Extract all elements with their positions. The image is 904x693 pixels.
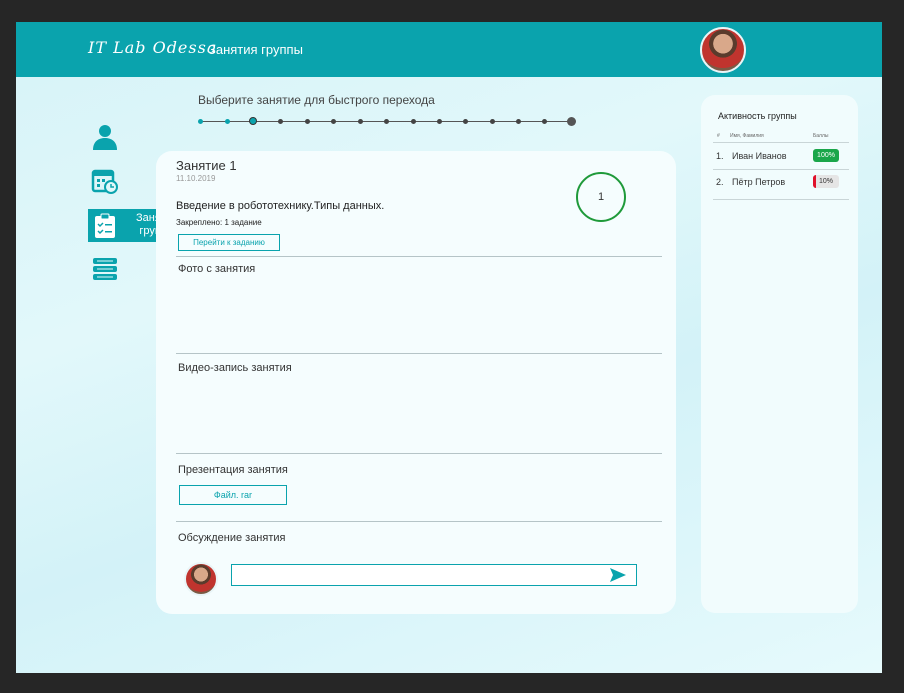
table-row[interactable]: 2. Пётр Петров 10% bbox=[701, 174, 858, 194]
group-activity-panel: Активность группы # Имя, Фамилия Баллы 1… bbox=[701, 95, 858, 613]
stepper-dot[interactable] bbox=[198, 119, 203, 124]
divider bbox=[176, 256, 662, 257]
attached-tasks: Закреплено: 1 задание bbox=[176, 218, 262, 227]
divider bbox=[176, 353, 662, 354]
divider bbox=[176, 521, 662, 522]
stepper-dot[interactable] bbox=[305, 119, 310, 124]
stepper-dot[interactable] bbox=[516, 119, 521, 124]
stepper-dot[interactable] bbox=[225, 119, 230, 124]
discussion-section-title: Обсуждение занятия bbox=[178, 532, 286, 544]
student-name: Иван Иванов bbox=[732, 151, 787, 161]
score-bar: 10% bbox=[813, 175, 839, 188]
comment-avatar bbox=[184, 562, 218, 596]
page-title: Занятия группы bbox=[208, 42, 303, 57]
logo[interactable]: IT Lab Odessa bbox=[88, 38, 217, 57]
presentation-file-button[interactable]: Файл. rar bbox=[179, 485, 287, 505]
stepper-dot[interactable] bbox=[490, 119, 495, 124]
photo-section-title: Фото с занятия bbox=[178, 263, 256, 275]
score-value: 10% bbox=[818, 178, 833, 185]
stepper-label: Выберите занятие для быстрого перехода bbox=[198, 93, 435, 107]
app-frame: IT Lab Odessa Занятия группы Занятия гру… bbox=[16, 22, 882, 673]
clipboard-checklist-icon bbox=[95, 213, 115, 238]
lesson-topic: Введение в робототехнику.Типы данных. bbox=[176, 200, 385, 212]
divider bbox=[176, 453, 662, 454]
column-header-name: Имя, Фамилия bbox=[730, 133, 764, 139]
column-header-score: Баллы bbox=[813, 133, 829, 139]
score-bar: 100% bbox=[813, 149, 839, 162]
stepper-dot[interactable] bbox=[278, 119, 283, 124]
video-section-title: Видео-запись занятия bbox=[178, 362, 292, 374]
divider bbox=[713, 199, 849, 200]
goto-task-button[interactable]: Перейти к заданию bbox=[178, 234, 280, 251]
stepper-dot[interactable] bbox=[463, 119, 468, 124]
stepper-dot-current[interactable] bbox=[249, 117, 257, 125]
stepper-dot[interactable] bbox=[411, 119, 416, 124]
row-number: 1. bbox=[716, 151, 724, 161]
top-bar: IT Lab Odessa Занятия группы bbox=[16, 22, 882, 77]
books-icon[interactable] bbox=[91, 255, 119, 283]
lesson-number-badge: 1 bbox=[576, 172, 626, 222]
lesson-card: Занятие 1 11.10.2019 1 Введение в робото… bbox=[156, 151, 676, 614]
activity-title: Активность группы bbox=[718, 111, 797, 121]
score-value: 100% bbox=[817, 152, 835, 159]
divider bbox=[713, 169, 849, 170]
stepper-dot[interactable] bbox=[542, 119, 547, 124]
calendar-clock-icon[interactable] bbox=[91, 167, 119, 195]
user-avatar[interactable] bbox=[700, 27, 746, 73]
stepper-dot[interactable] bbox=[331, 119, 336, 124]
stepper-dot[interactable] bbox=[437, 119, 442, 124]
user-icon[interactable] bbox=[91, 123, 119, 151]
divider bbox=[713, 142, 849, 143]
lesson-date: 11.10.2019 bbox=[176, 174, 216, 183]
presentation-section-title: Презентация занятия bbox=[178, 464, 288, 476]
stepper-dot[interactable] bbox=[384, 119, 389, 124]
column-header-num: # bbox=[717, 133, 720, 139]
lesson-title: Занятие 1 bbox=[176, 158, 237, 173]
stepper-dot-last[interactable] bbox=[567, 117, 576, 126]
stepper-dot[interactable] bbox=[358, 119, 363, 124]
table-row[interactable]: 1. Иван Иванов 100% bbox=[701, 148, 858, 168]
student-name: Пётр Петров bbox=[732, 177, 786, 187]
comment-input[interactable] bbox=[231, 564, 637, 586]
row-number: 2. bbox=[716, 177, 724, 187]
send-icon[interactable] bbox=[610, 568, 626, 582]
